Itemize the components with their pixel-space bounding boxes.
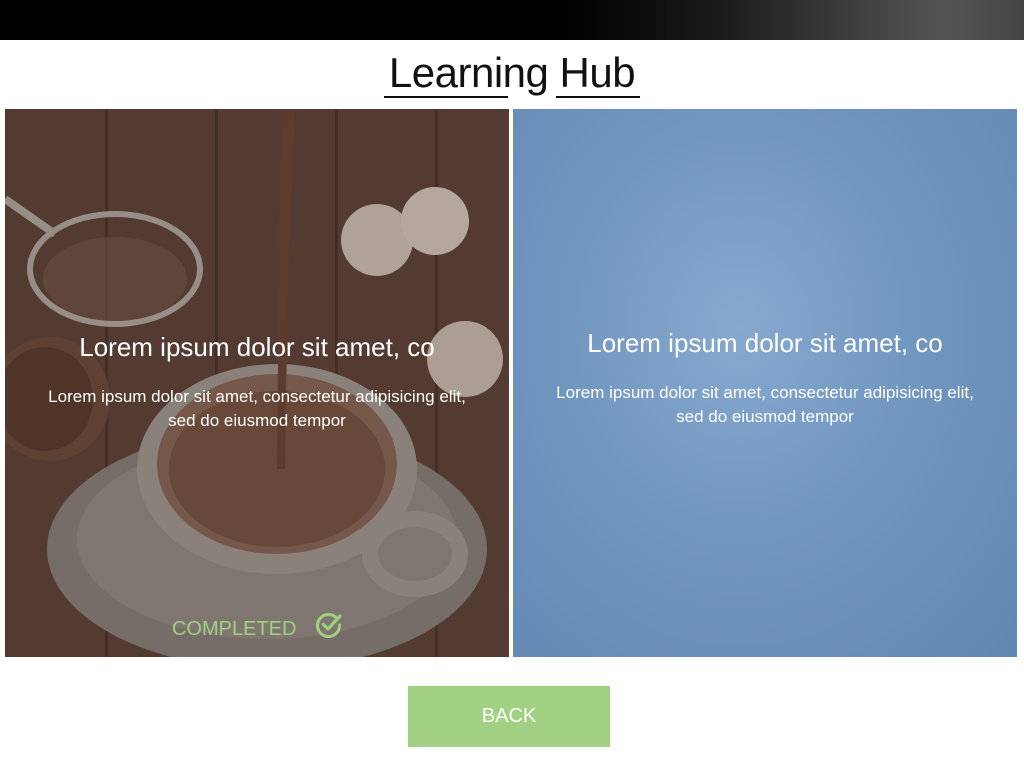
page-title: Learning Hub xyxy=(388,49,636,96)
title-underline-right xyxy=(556,96,640,98)
page-header: Learning Hub xyxy=(0,40,1024,109)
back-button[interactable]: BACK xyxy=(408,686,610,747)
card-heading: Lorem ipsum dolor sit amet, co xyxy=(587,328,943,358)
completed-status: COMPLETED xyxy=(5,612,509,647)
module-card-1[interactable]: Lorem ipsum dolor sit amet, co Lorem ips… xyxy=(5,109,509,657)
module-card-2[interactable]: Lorem ipsum dolor sit amet, co Lorem ips… xyxy=(513,109,1017,657)
card-description: Lorem ipsum dolor sit amet, consectetur … xyxy=(48,387,466,430)
title-underline-left xyxy=(384,96,508,98)
top-banner xyxy=(0,0,1024,40)
card-description: Lorem ipsum dolor sit amet, consectetur … xyxy=(556,383,974,426)
card-content: Lorem ipsum dolor sit amet, co Lorem ips… xyxy=(5,331,509,433)
check-circle-icon xyxy=(316,612,342,647)
status-label: COMPLETED xyxy=(171,617,297,640)
card-heading: Lorem ipsum dolor sit amet, co xyxy=(79,332,435,362)
card-content: Lorem ipsum dolor sit amet, co Lorem ips… xyxy=(513,327,1017,429)
